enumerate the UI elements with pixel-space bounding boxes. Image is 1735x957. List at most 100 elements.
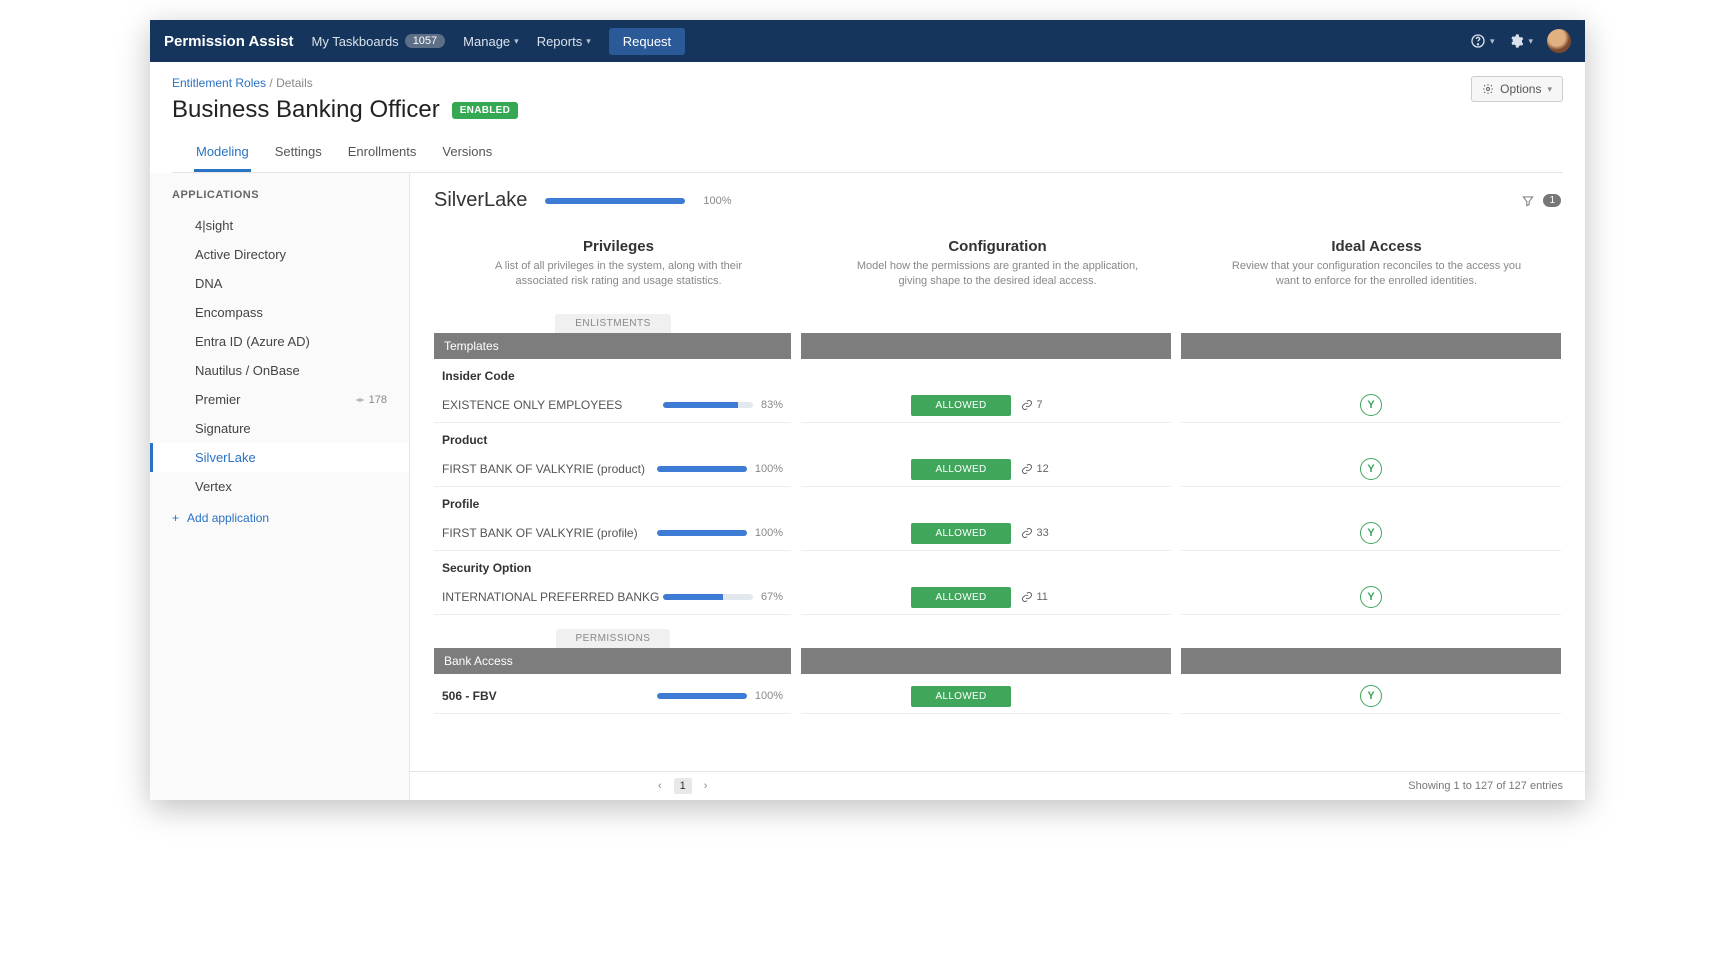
ideal-yes-badge: Y (1360, 522, 1382, 544)
sidebar-item-encompass[interactable]: Encompass (150, 298, 409, 327)
status-allowed-badge[interactable]: ALLOWED (911, 459, 1010, 480)
group-heading: Insider Code (434, 359, 1561, 389)
nav-manage[interactable]: Manage▾ (463, 34, 519, 49)
page-header: Entitlement Roles / Details Business Ban… (150, 62, 1585, 173)
sidebar-item-signature[interactable]: Signature (150, 414, 409, 443)
sidebar-item-nautilus[interactable]: Nautilus / OnBase (150, 356, 409, 385)
nav-taskboards[interactable]: My Taskboards 1057 (312, 34, 446, 49)
sidebar-item-premier[interactable]: Premier 178 (150, 385, 409, 414)
table-row[interactable]: FIRST BANK OF VALKYRIE (product) 100% AL… (434, 453, 1561, 487)
sidebar-item-active-directory[interactable]: Active Directory (150, 240, 409, 269)
taskboards-count-badge: 1057 (405, 34, 445, 48)
data-area[interactable]: ENLISTMENTS Templates Insider Code EXIST… (410, 314, 1585, 771)
premier-meta: 178 (355, 394, 387, 406)
row-progress-bar (663, 402, 753, 408)
link-count[interactable]: 33 (1021, 527, 1061, 539)
main-content: SilverLake 100% 1 Privileges A list of a… (410, 173, 1585, 800)
group-heading: Product (434, 423, 1561, 453)
privilege-name: FIRST BANK OF VALKYRIE (product) (442, 462, 645, 476)
sidebar-item-dna[interactable]: DNA (150, 269, 409, 298)
pager: ‹ 1 › (652, 778, 713, 794)
link-count[interactable]: 11 (1021, 591, 1061, 603)
pager-prev-icon[interactable]: ‹ (652, 778, 668, 794)
overall-progress-bar (545, 198, 685, 204)
status-allowed-badge[interactable]: ALLOWED (911, 395, 1010, 416)
row-progress-bar (663, 594, 753, 600)
add-application-button[interactable]: + Add application (150, 501, 409, 535)
table-row[interactable]: EXISTENCE ONLY EMPLOYEES 83% ALLOWED 7 Y (434, 389, 1561, 423)
filter-count-badge: 1 (1543, 194, 1561, 207)
gear-icon[interactable]: ▾ (1508, 33, 1533, 49)
nav-reports[interactable]: Reports▾ (537, 34, 591, 49)
group-bar-templates: Templates (434, 333, 1561, 359)
link-count[interactable]: 12 (1021, 463, 1061, 475)
group-bar-bank-access: Bank Access (434, 648, 1561, 674)
privilege-name: EXISTENCE ONLY EMPLOYEES (442, 398, 622, 412)
pager-current-page[interactable]: 1 (674, 778, 692, 794)
section-tab-enlistments: ENLISTMENTS (434, 314, 792, 333)
status-allowed-badge[interactable]: ALLOWED (911, 587, 1010, 608)
ideal-yes-badge: Y (1360, 685, 1382, 707)
chevron-down-icon: ▾ (1528, 36, 1533, 47)
status-allowed-badge[interactable]: ALLOWED (911, 523, 1010, 544)
privilege-name: FIRST BANK OF VALKYRIE (profile) (442, 526, 638, 540)
help-icon[interactable]: ▾ (1470, 33, 1495, 49)
chevron-down-icon: ▾ (1490, 36, 1495, 47)
link-icon (1021, 527, 1033, 539)
breadcrumb-current: Details (276, 76, 313, 90)
privilege-name: 506 - FBV (442, 689, 497, 703)
sidebar-item-vertex[interactable]: Vertex (150, 472, 409, 501)
tab-modeling[interactable]: Modeling (194, 134, 251, 172)
ideal-yes-badge: Y (1360, 458, 1382, 480)
link-count[interactable]: 7 (1021, 399, 1061, 411)
results-summary: Showing 1 to 127 of 127 entries (1408, 780, 1563, 792)
commit-icon (355, 395, 365, 405)
avatar[interactable] (1547, 29, 1571, 53)
application-list: 4|sight Active Directory DNA Encompass E… (150, 211, 409, 501)
breadcrumb: Entitlement Roles / Details (172, 76, 1563, 90)
table-row[interactable]: INTERNATIONAL PREFERRED BANKG 67% ALLOWE… (434, 581, 1561, 615)
table-row[interactable]: 506 - FBV 100% ALLOWED Y (434, 680, 1561, 714)
sidebar-item-entra-id[interactable]: Entra ID (Azure AD) (150, 327, 409, 356)
link-icon (1021, 591, 1033, 603)
filter-icon[interactable] (1521, 194, 1535, 208)
app-header: Permission Assist My Taskboards 1057 Man… (150, 20, 1585, 62)
chevron-down-icon: ▾ (514, 36, 519, 47)
brand: Permission Assist (164, 33, 294, 50)
plus-icon: + (172, 511, 179, 525)
table-row[interactable]: FIRST BANK OF VALKYRIE (profile) 100% AL… (434, 517, 1561, 551)
chevron-down-icon: ▾ (586, 36, 591, 47)
nav-request-button[interactable]: Request (609, 28, 685, 55)
status-badge: ENABLED (452, 102, 518, 119)
column-privileges: Privileges A list of all privileges in t… (434, 238, 803, 290)
link-icon (1021, 463, 1033, 475)
tab-settings[interactable]: Settings (273, 134, 324, 172)
gear-icon (1482, 83, 1494, 95)
ideal-yes-badge: Y (1360, 394, 1382, 416)
pager-next-icon[interactable]: › (698, 778, 714, 794)
tab-versions[interactable]: Versions (440, 134, 494, 172)
privilege-name: INTERNATIONAL PREFERRED BANKG (442, 590, 659, 604)
tabs: Modeling Settings Enrollments Versions (172, 134, 1563, 173)
section-tab-permissions: PERMISSIONS (434, 629, 792, 648)
sidebar: APPLICATIONS 4|sight Active Directory DN… (150, 173, 410, 800)
overall-progress-label: 100% (703, 195, 731, 207)
row-progress-bar (657, 693, 747, 699)
column-ideal-access: Ideal Access Review that your configurat… (1192, 238, 1561, 290)
footer: ‹ 1 › Showing 1 to 127 of 127 entries (410, 771, 1585, 800)
chevron-down-icon: ▾ (1547, 84, 1552, 95)
row-progress-bar (657, 466, 747, 472)
main-title: SilverLake (434, 189, 527, 212)
nav-taskboards-label: My Taskboards (312, 34, 399, 49)
status-allowed-badge[interactable]: ALLOWED (911, 686, 1010, 707)
breadcrumb-root-link[interactable]: Entitlement Roles (172, 76, 266, 90)
tab-enrollments[interactable]: Enrollments (346, 134, 419, 172)
options-button[interactable]: Options ▾ (1471, 76, 1563, 102)
row-progress-bar (657, 530, 747, 536)
column-configuration: Configuration Model how the permissions … (813, 238, 1182, 290)
sidebar-item-4sight[interactable]: 4|sight (150, 211, 409, 240)
group-heading: Profile (434, 487, 1561, 517)
sidebar-item-silverlake[interactable]: SilverLake (150, 443, 409, 472)
group-heading: Security Option (434, 551, 1561, 581)
link-icon (1021, 399, 1033, 411)
